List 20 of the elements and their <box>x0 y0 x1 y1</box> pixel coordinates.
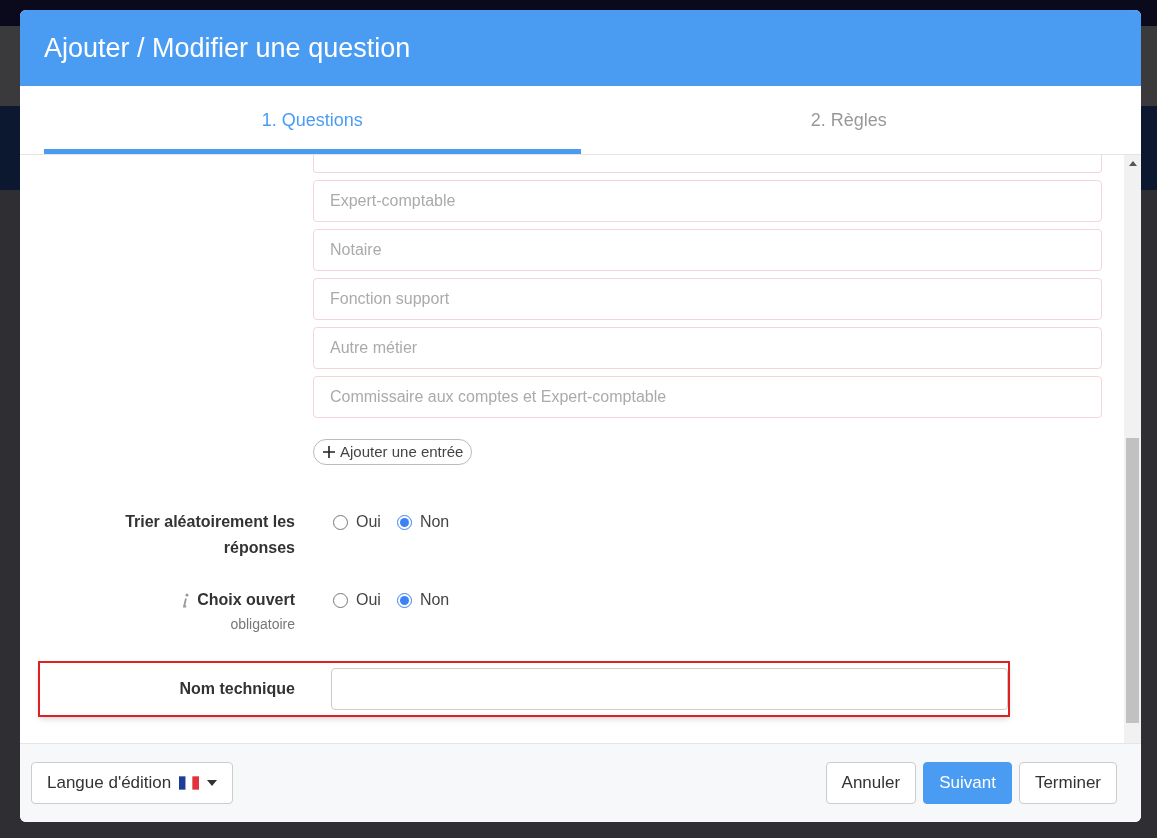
entry-field[interactable] <box>313 155 1102 173</box>
field-label: Nom technique <box>179 679 295 699</box>
language-button[interactable]: Langue d'édition <box>31 762 234 804</box>
field-sublabel: obligatoire <box>230 615 295 634</box>
scrollbar[interactable] <box>1124 155 1141 743</box>
plus-icon <box>322 445 336 459</box>
flag-icon <box>179 776 200 790</box>
scroll-up-icon[interactable] <box>1128 161 1137 166</box>
field-label: Trier aléatoirement les réponses <box>124 512 295 558</box>
field-label: Choix ouvert <box>197 590 295 610</box>
caret-icon <box>207 780 218 786</box>
radio-option[interactable]: Non <box>396 588 450 612</box>
radio-option[interactable]: Oui <box>333 510 381 534</box>
footer-button[interactable]: Annuler <box>825 762 917 804</box>
radio-option[interactable]: Non <box>396 510 450 534</box>
radio-option[interactable]: Oui <box>333 588 381 612</box>
dialog-title: Ajouter / Modifier une question <box>44 31 411 65</box>
info-icon <box>182 592 190 608</box>
footer-button[interactable]: Terminer <box>1018 762 1117 804</box>
input-field[interactable] <box>331 668 1008 710</box>
